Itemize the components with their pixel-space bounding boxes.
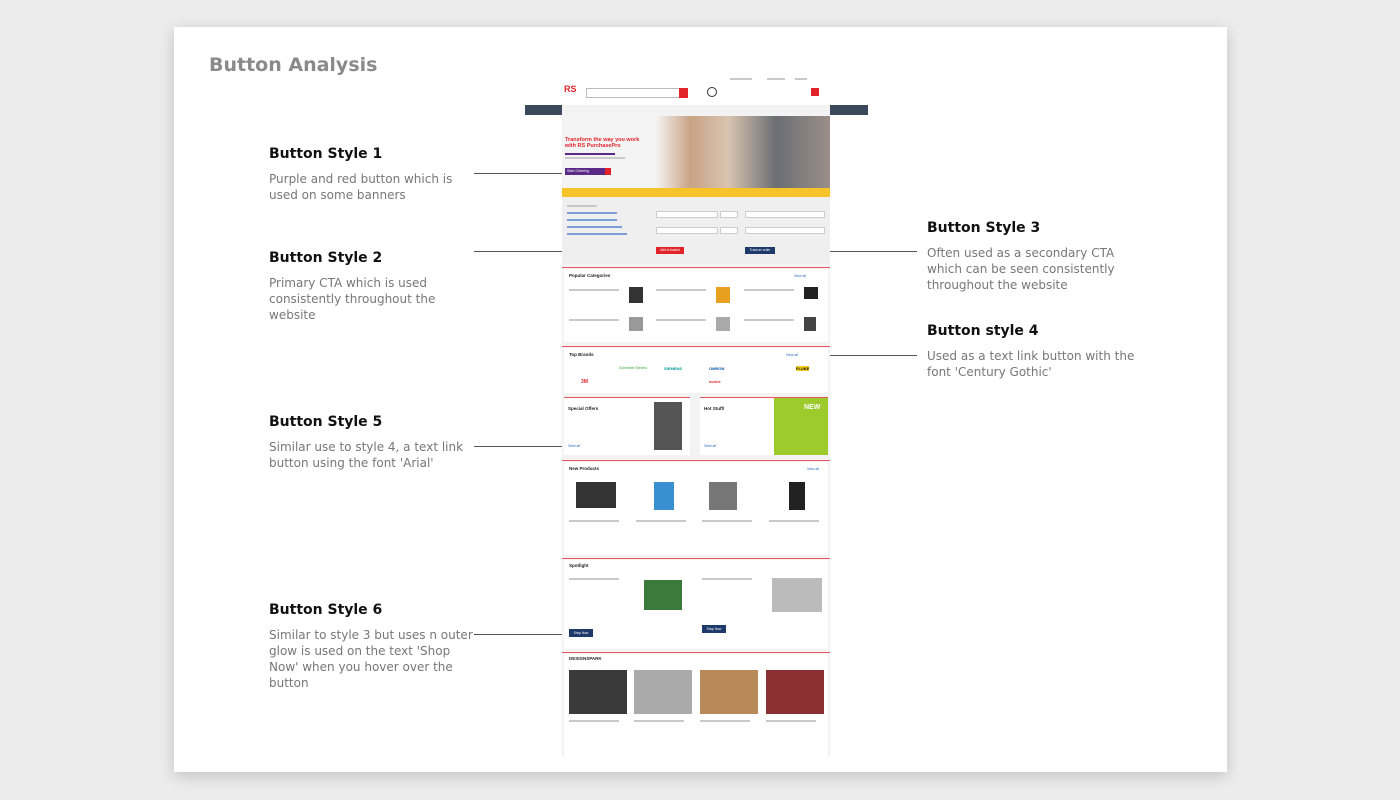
- annotation-text: Primary CTA which is used consistently t…: [269, 276, 436, 322]
- spotlight-section: Spotlight Shop Now Shop Now: [564, 560, 828, 649]
- user-icon[interactable]: [707, 87, 717, 97]
- section-title: New Products: [569, 466, 600, 471]
- hot-stuff-card: Hot Stuff! NEW View all: [700, 397, 828, 455]
- annotation-button-style-1: Button Style 1 Purple and red button whi…: [269, 146, 479, 203]
- annotation-text: Often used as a secondary CTA which can …: [927, 246, 1115, 292]
- annotation-text: Similar use to style 4, a text link butt…: [269, 440, 464, 470]
- section-title: Special Offers: [568, 406, 599, 411]
- hero-banner: Transform the way you work with RS Purch…: [562, 116, 830, 188]
- brand-logo[interactable]: molex: [709, 379, 721, 384]
- view-all-link[interactable]: View all: [807, 467, 819, 471]
- website-screenshot: RS Transform the way you work with RS Pu…: [562, 74, 830, 756]
- annotation-heading: Button Style 3: [927, 220, 1041, 236]
- section-title: DESIGNSPARK: [569, 656, 602, 661]
- annotation-text: Purple and red button which is used on s…: [269, 172, 453, 202]
- designspark-section: DESIGNSPARK: [564, 654, 828, 756]
- leader-line: [474, 632, 571, 637]
- leader-line: [474, 444, 569, 449]
- section-title: Spotlight: [569, 563, 589, 568]
- page-title: Button Analysis: [209, 54, 378, 76]
- brand-logo[interactable]: FLUKE: [796, 366, 810, 371]
- search-input[interactable]: [586, 88, 682, 98]
- view-all-link[interactable]: View all: [794, 274, 806, 278]
- annotation-heading: Button style 4: [927, 323, 1039, 339]
- annotation-heading: Button Style 1: [269, 146, 383, 162]
- popular-categories-section: Popular Categories View all: [564, 269, 828, 342]
- annotation-button-style-2: Button Style 2 Primary CTA which is used…: [269, 250, 479, 323]
- new-badge: NEW: [804, 404, 821, 411]
- leader-line: [819, 353, 917, 358]
- basket-icon[interactable]: [811, 88, 819, 96]
- section-title: Popular Categories: [569, 273, 611, 278]
- quick-order-form: Add to basket Track an order: [562, 197, 830, 263]
- website-header: RS: [562, 74, 830, 105]
- annotation-button-style-3: Button Style 3 Often used as a secondary…: [927, 220, 1137, 293]
- add-to-basket-button[interactable]: Add to basket: [656, 247, 684, 254]
- shop-now-button[interactable]: Shop Now: [702, 625, 726, 633]
- annotation-heading: Button Style 6: [269, 602, 383, 618]
- section-title: Hot Stuff!: [704, 406, 725, 411]
- track-order-button[interactable]: Track an order: [745, 247, 775, 254]
- top-brands-section: Top Brands View all Schneider Electric S…: [564, 348, 828, 393]
- rs-logo: RS: [564, 84, 577, 94]
- shop-now-button[interactable]: Shop Now: [569, 629, 593, 637]
- text-link-button[interactable]: View all: [786, 353, 798, 357]
- brand-logo[interactable]: SIEMENS: [664, 366, 682, 371]
- brand-logo[interactable]: 3M: [581, 379, 588, 385]
- annotation-text: Similar to style 3 but uses n outer glow…: [269, 628, 473, 690]
- hero-headline: Transform the way you work with RS Purch…: [565, 137, 640, 149]
- leader-line: [474, 171, 569, 176]
- special-offers-card: Special Offers View all: [564, 397, 690, 455]
- purchase-pro-bar: [562, 188, 830, 197]
- search-icon[interactable]: [679, 88, 688, 98]
- section-title: Top Brands: [569, 352, 594, 357]
- annotation-button-style-4: Button style 4 Used as a text link butto…: [927, 323, 1137, 380]
- brand-logo[interactable]: OMRON: [709, 366, 724, 371]
- text-link-button[interactable]: View all: [568, 444, 580, 448]
- brand-logo[interactable]: Schneider Electric: [619, 366, 647, 370]
- purple-red-button[interactable]: Start Ordering: [565, 168, 611, 175]
- annotation-heading: Button Style 2: [269, 250, 383, 266]
- annotation-heading: Button Style 5: [269, 414, 383, 430]
- new-products-section: New Products View all: [564, 462, 828, 555]
- annotation-text: Used as a text link button with the font…: [927, 349, 1135, 379]
- text-link-button[interactable]: View all: [704, 444, 716, 448]
- annotation-button-style-6: Button Style 6 Similar to style 3 but us…: [269, 602, 479, 691]
- annotation-button-style-5: Button Style 5 Similar use to style 4, a…: [269, 414, 479, 471]
